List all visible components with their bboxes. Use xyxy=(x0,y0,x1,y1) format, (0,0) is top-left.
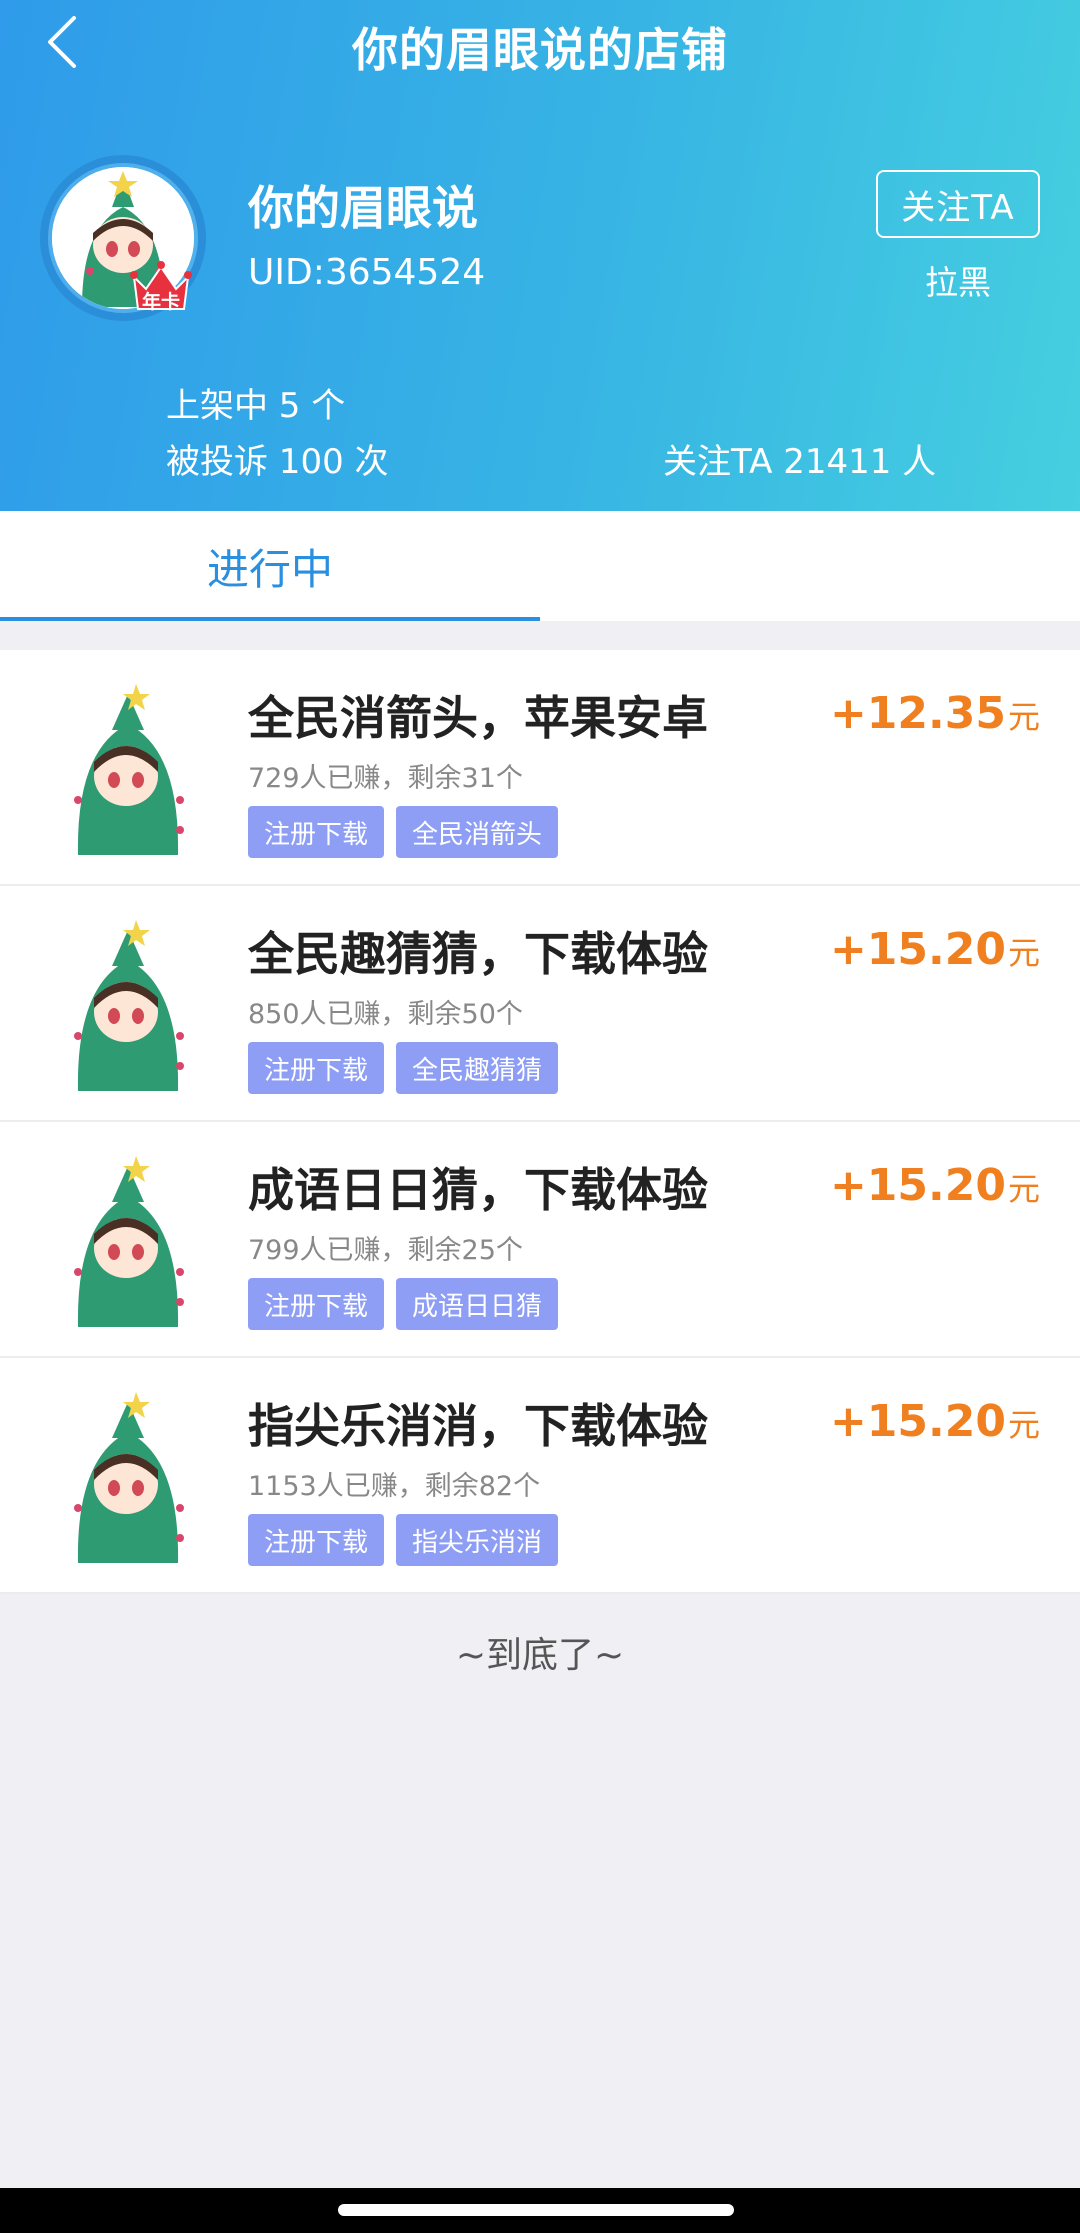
user-id: UID:3654524 xyxy=(248,252,486,293)
task-tag: 注册下载 xyxy=(248,1514,385,1566)
task-character-icon xyxy=(74,920,184,1091)
end-of-list-text: ~到底了~ xyxy=(455,1635,625,1676)
task-title: 全民趣猜猜，下载体验 xyxy=(248,927,708,981)
complaint-count: 被投诉 100 次 xyxy=(166,442,389,482)
task-tag: 注册下载 xyxy=(248,806,385,858)
home-indicator[interactable] xyxy=(338,2204,734,2216)
task-item[interactable]: 全民消箭头，苹果安卓 729人已赚，剩余31个 注册下载 全民消箭头 +12.3… xyxy=(0,650,1080,886)
task-title: 指尖乐消消，下载体验 xyxy=(248,1399,708,1453)
task-character-icon xyxy=(74,1156,184,1327)
year-card-label: 年卡 xyxy=(141,291,180,313)
tab-in-progress[interactable]: 进行中 xyxy=(0,511,540,621)
home-bar xyxy=(0,2188,1080,2233)
reward-unit: 元 xyxy=(1007,698,1040,736)
task-tag: 注册下载 xyxy=(248,1042,385,1094)
year-card-badge: 年卡 xyxy=(128,259,194,317)
reward-unit: 元 xyxy=(1007,1170,1040,1208)
tag-row: 注册下载 全民消箭头 xyxy=(248,806,559,858)
task-reward: +15.20 元 xyxy=(830,1396,1040,1447)
reward-amount: +12.35 xyxy=(829,688,1006,739)
reward-unit: 元 xyxy=(1007,934,1040,972)
task-item[interactable]: 全民趣猜猜，下载体验 850人已赚，剩余50个 注册下载 全民趣猜猜 +15.2… xyxy=(0,886,1080,1122)
tab-bar: 进行中 xyxy=(0,511,1080,621)
tag-row: 注册下载 成语日日猜 xyxy=(248,1278,559,1330)
task-title: 成语日日猜，下载体验 xyxy=(248,1163,708,1217)
reward-unit: 元 xyxy=(1007,1406,1040,1444)
reward-amount: +15.20 xyxy=(829,1160,1006,1211)
task-reward: +12.35 元 xyxy=(830,688,1040,739)
task-tag: 全民趣猜猜 xyxy=(396,1042,559,1094)
avatar[interactable]: 年卡 xyxy=(40,155,206,321)
block-button[interactable]: 拉黑 xyxy=(876,256,1040,304)
shop-header: 你的眉眼说的店铺 年卡 你的眉眼说 UID:3654524 关注TA 拉黑 上架… xyxy=(0,0,1080,511)
task-character-icon xyxy=(74,684,184,855)
follower-count: 关注TA 21411 人 xyxy=(663,442,937,482)
task-stats: 729人已赚，剩余31个 xyxy=(248,763,523,794)
task-stats: 799人已赚，剩余25个 xyxy=(248,1235,523,1266)
task-tag: 注册下载 xyxy=(248,1278,385,1330)
tag-row: 注册下载 指尖乐消消 xyxy=(248,1514,559,1566)
tag-row: 注册下载 全民趣猜猜 xyxy=(248,1042,559,1094)
task-stats: 850人已赚，剩余50个 xyxy=(248,999,523,1030)
task-item[interactable]: 成语日日猜，下载体验 799人已赚，剩余25个 注册下载 成语日日猜 +15.2… xyxy=(0,1122,1080,1358)
reward-amount: +15.20 xyxy=(829,924,1006,975)
listed-count: 上架中 5 个 xyxy=(166,386,346,426)
task-stats: 1153人已赚，剩余82个 xyxy=(248,1471,541,1502)
page-title: 你的眉眼说的店铺 xyxy=(352,23,728,77)
task-character-icon xyxy=(74,1392,184,1563)
follow-button[interactable]: 关注TA xyxy=(876,170,1040,238)
tab-underline xyxy=(0,617,540,621)
task-item[interactable]: 指尖乐消消，下载体验 1153人已赚，剩余82个 注册下载 指尖乐消消 +15.… xyxy=(0,1358,1080,1594)
task-reward: +15.20 元 xyxy=(830,924,1040,975)
task-tag: 指尖乐消消 xyxy=(396,1514,559,1566)
reward-amount: +15.20 xyxy=(829,1396,1006,1447)
task-title: 全民消箭头，苹果安卓 xyxy=(248,691,708,745)
shop-name: 你的眉眼说 xyxy=(248,181,478,235)
task-tag: 成语日日猜 xyxy=(396,1278,559,1330)
task-list: 全民消箭头，苹果安卓 729人已赚，剩余31个 注册下载 全民消箭头 +12.3… xyxy=(0,650,1080,1594)
task-reward: +15.20 元 xyxy=(830,1160,1040,1211)
task-tag: 全民消箭头 xyxy=(396,806,559,858)
